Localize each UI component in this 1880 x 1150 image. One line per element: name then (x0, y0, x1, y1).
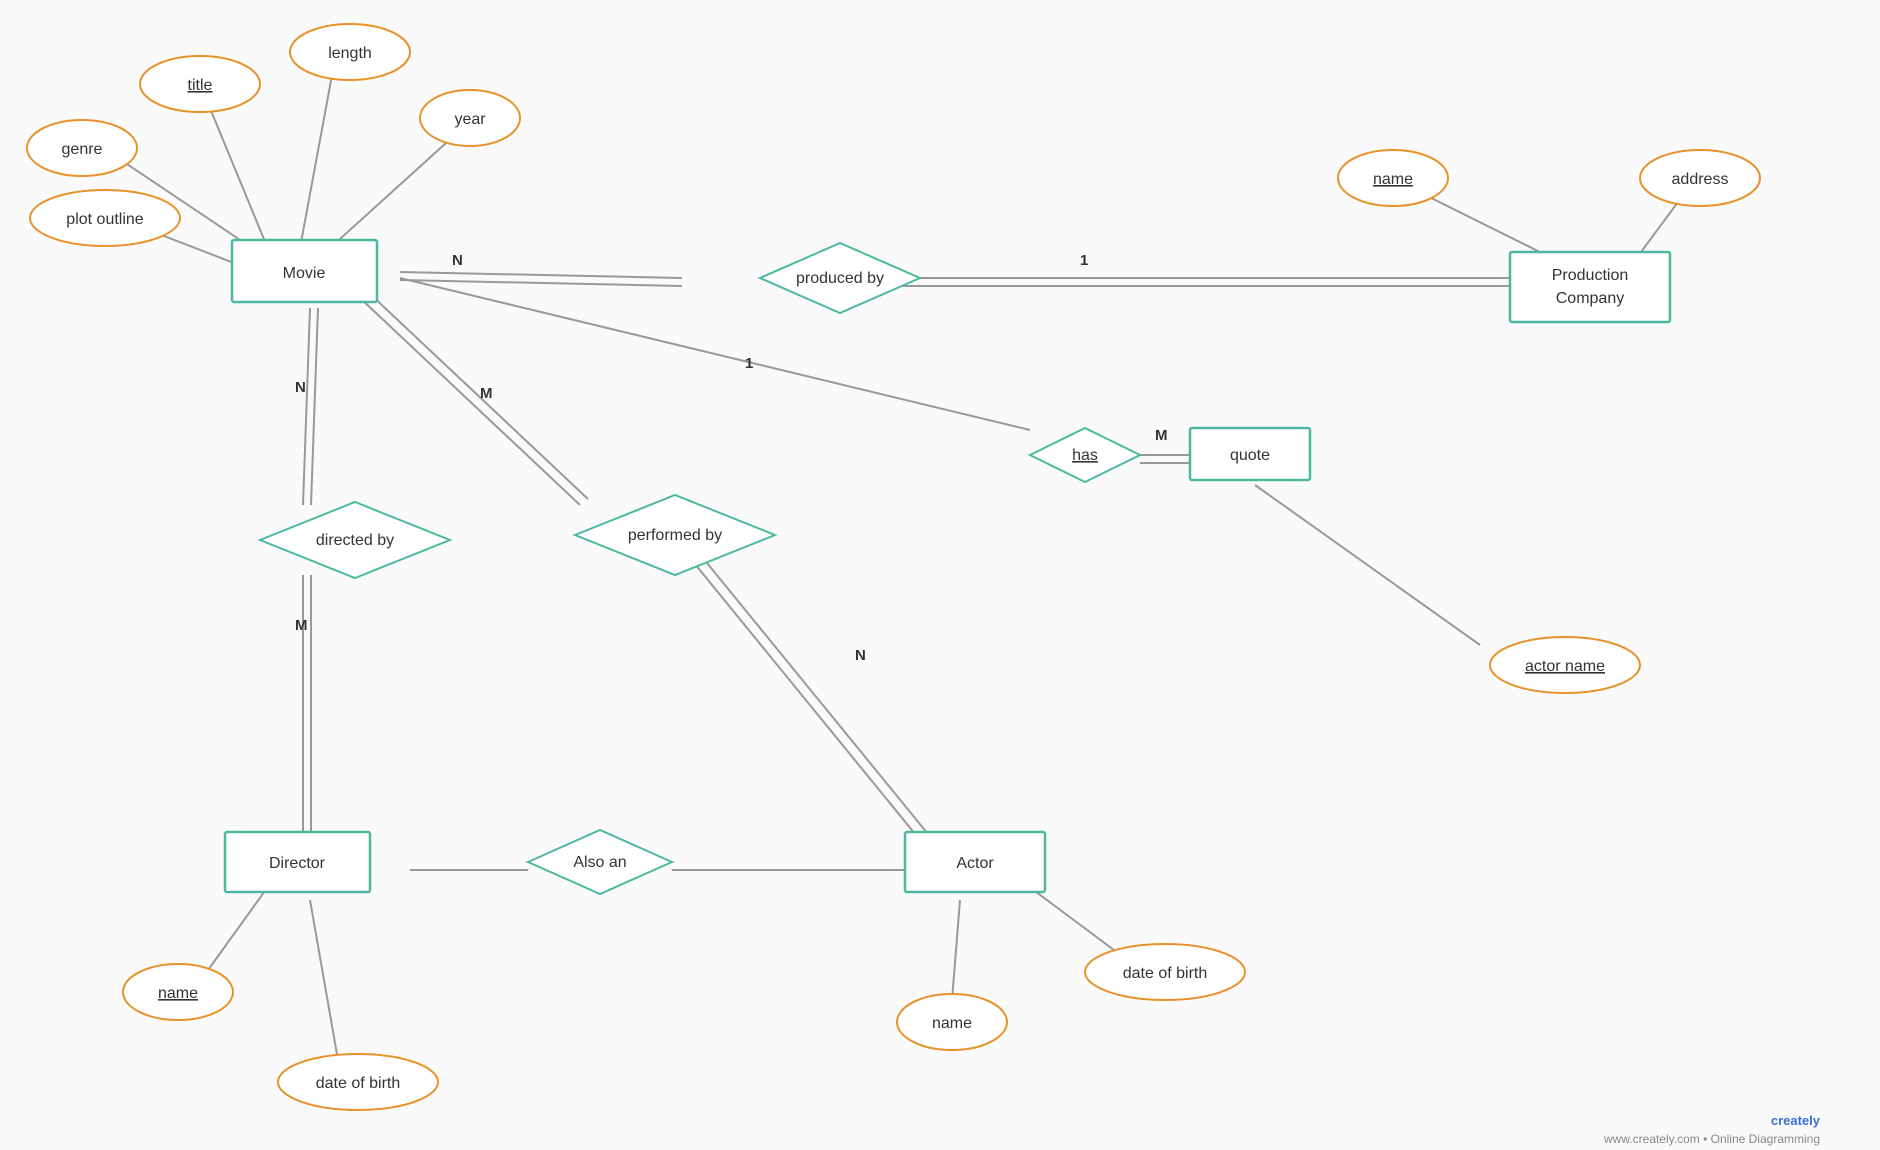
has-label: has (1072, 447, 1098, 464)
pc-name-text: name (1373, 171, 1413, 188)
title-text: title (188, 77, 213, 94)
movie-label: Movie (283, 265, 326, 282)
production-company-label2: Company (1556, 290, 1624, 307)
card-1-pc-produced: 1 (1080, 252, 1088, 269)
performed-by-label: performed by (628, 527, 722, 544)
card-m-movie-performed: M (480, 385, 493, 402)
produced-by-label: produced by (796, 270, 884, 287)
card-n-movie-directed: N (295, 379, 306, 396)
actor-dob-text: date of birth (1123, 965, 1208, 982)
card-n-actor-performed: N (855, 647, 866, 664)
length-text: length (328, 45, 372, 62)
card-1-has: 1 (745, 355, 753, 372)
production-company-label: Production (1552, 267, 1629, 284)
directed-by-label: directed by (316, 532, 394, 549)
also-an-label: Also an (573, 854, 626, 871)
brand-name: creately (1771, 1113, 1821, 1128)
card-n-movie-produced: N (452, 252, 463, 269)
card-m-has-quote: M (1155, 427, 1168, 444)
brand-url: www.creately.com • Online Diagramming (1603, 1132, 1820, 1146)
production-company-entity (1510, 252, 1670, 322)
genre-text: genre (62, 141, 103, 158)
plot-outline-text: plot outline (66, 211, 143, 228)
actor-name2-text: name (932, 1015, 972, 1032)
pc-address-text: address (1672, 171, 1729, 188)
actor-label: Actor (956, 855, 994, 872)
year-text: year (454, 111, 486, 128)
director-name-text: name (158, 985, 198, 1002)
card-m-director: M (295, 617, 308, 634)
actor-name-text: actor name (1525, 658, 1605, 675)
director-label: Director (269, 855, 326, 872)
quote-label: quote (1230, 447, 1270, 464)
director-dob-text: date of birth (316, 1075, 401, 1092)
